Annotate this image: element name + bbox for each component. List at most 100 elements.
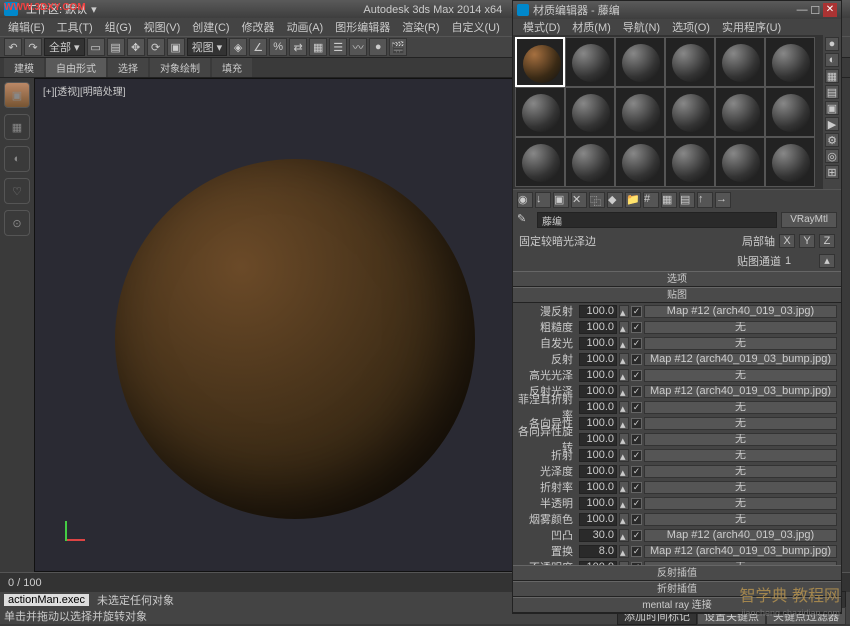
put-library-button[interactable]: 📁: [625, 192, 641, 208]
sample-slot[interactable]: [615, 137, 665, 187]
section-refr[interactable]: 折射插值: [513, 581, 841, 597]
section-refl[interactable]: 反射插值: [513, 565, 841, 581]
menu-graph[interactable]: 图形编辑器: [329, 19, 396, 35]
map-amount[interactable]: 100.0: [579, 497, 617, 510]
spinner-icon[interactable]: ▴: [619, 545, 629, 558]
mapchannel-spinner[interactable]: ▴: [819, 254, 835, 268]
move-button[interactable]: ✥: [127, 38, 145, 56]
spinner-icon[interactable]: ▴: [619, 337, 629, 350]
pick-button[interactable]: ✎: [517, 212, 533, 228]
object-sphere[interactable]: [115, 159, 475, 519]
sample-slot[interactable]: [565, 87, 615, 137]
menu-view[interactable]: 视图(V): [138, 19, 187, 35]
menu-modifiers[interactable]: 修改器: [236, 19, 281, 35]
spinner-icon[interactable]: ▴: [619, 513, 629, 526]
section-mray[interactable]: mental ray 连接: [513, 597, 841, 613]
unique-button[interactable]: ◆: [607, 192, 623, 208]
spinner-icon[interactable]: ▴: [619, 385, 629, 398]
script-listener[interactable]: actionMan.exec: [4, 594, 89, 606]
video-check-button[interactable]: ▣: [825, 101, 839, 115]
menu-group[interactable]: 组(G): [99, 19, 138, 35]
tab-populate[interactable]: 填充: [212, 58, 252, 77]
sel-filter-combo[interactable]: 全部 ▾: [44, 38, 85, 56]
map-enable-check[interactable]: [631, 514, 642, 525]
map-amount[interactable]: 100.0: [579, 385, 617, 398]
map-slot-button[interactable]: 无: [644, 433, 837, 446]
snap-button[interactable]: ◈: [229, 38, 247, 56]
spinner-icon[interactable]: ▴: [619, 401, 629, 414]
map-slot-button[interactable]: 无: [644, 513, 837, 526]
tool2-button[interactable]: ▦: [4, 114, 30, 140]
axis-x[interactable]: X: [779, 234, 795, 248]
map-amount[interactable]: 100.0: [579, 337, 617, 350]
me-menu-material[interactable]: 材质(M): [566, 19, 617, 35]
map-enable-check[interactable]: [631, 466, 642, 477]
map-amount[interactable]: 100.0: [579, 465, 617, 478]
map-enable-check[interactable]: [631, 482, 642, 493]
map-amount[interactable]: 100.0: [579, 433, 617, 446]
material-name-input[interactable]: [537, 212, 777, 228]
assign-button[interactable]: ▣: [553, 192, 569, 208]
polytool-button[interactable]: ▣: [4, 82, 30, 108]
map-enable-check[interactable]: [631, 338, 642, 349]
show-end-button[interactable]: ▤: [679, 192, 695, 208]
map-amount[interactable]: 100.0: [579, 321, 617, 334]
sample-slot[interactable]: [665, 37, 715, 87]
me-menu-util[interactable]: 实用程序(U): [716, 19, 787, 35]
copy-button[interactable]: ⿻: [589, 192, 605, 208]
map-amount[interactable]: 100.0: [579, 305, 617, 318]
section-maps[interactable]: 贴图: [513, 287, 841, 303]
menu-edit[interactable]: 编辑(E): [2, 19, 51, 35]
map-enable-check[interactable]: [631, 354, 642, 365]
uvtile-button[interactable]: ▤: [825, 85, 839, 99]
options-button[interactable]: ⚙: [825, 133, 839, 147]
map-enable-check[interactable]: [631, 450, 642, 461]
map-slot-button[interactable]: 无: [644, 337, 837, 350]
map-slot-button[interactable]: 无: [644, 321, 837, 334]
me-minimize[interactable]: —: [797, 4, 808, 16]
sample-slot[interactable]: [515, 37, 565, 87]
map-enable-check[interactable]: [631, 402, 642, 413]
sample-slot[interactable]: [515, 137, 565, 187]
axis-y[interactable]: Y: [799, 234, 815, 248]
get-material-button[interactable]: ◉: [517, 192, 533, 208]
spinner-icon[interactable]: ▴: [619, 481, 629, 494]
select-name-button[interactable]: ▤: [107, 38, 125, 56]
slot-layout-button[interactable]: ⊞: [825, 165, 839, 179]
material-type-button[interactable]: VRayMtl: [781, 212, 837, 228]
me-close[interactable]: ✕: [823, 3, 837, 17]
menu-tools[interactable]: 工具(T): [51, 19, 99, 35]
layer-button[interactable]: ☰: [329, 38, 347, 56]
map-slot-button[interactable]: 无: [644, 497, 837, 510]
me-maximize[interactable]: ☐: [810, 4, 820, 17]
section-options[interactable]: 选项: [513, 271, 841, 287]
preview-button[interactable]: ▶: [825, 117, 839, 131]
map-enable-check[interactable]: [631, 386, 642, 397]
undo-button[interactable]: ↶: [4, 38, 22, 56]
map-amount[interactable]: 100.0: [579, 369, 617, 382]
sample-slot[interactable]: [565, 137, 615, 187]
sample-type-button[interactable]: ●: [825, 37, 839, 51]
tab-freeform[interactable]: 自由形式: [46, 58, 106, 77]
redo-button[interactable]: ↷: [24, 38, 42, 56]
map-amount[interactable]: 100.0: [579, 401, 617, 414]
map-amount[interactable]: 100.0: [579, 449, 617, 462]
sample-slot[interactable]: [765, 87, 815, 137]
map-slot-button[interactable]: Map #12 (arch40_019_03_bump.jpg): [644, 545, 837, 558]
spinner-icon[interactable]: ▴: [619, 369, 629, 382]
select-by-mat-button[interactable]: ◎: [825, 149, 839, 163]
me-menu-nav[interactable]: 导航(N): [617, 19, 666, 35]
menu-customize[interactable]: 自定义(U): [446, 19, 506, 35]
map-slot-button[interactable]: Map #12 (arch40_019_03_bump.jpg): [644, 353, 837, 366]
menu-render[interactable]: 渲染(R): [396, 19, 445, 35]
sample-slot[interactable]: [615, 87, 665, 137]
sample-slot[interactable]: [665, 87, 715, 137]
map-enable-check[interactable]: [631, 546, 642, 557]
map-slot-button[interactable]: 无: [644, 481, 837, 494]
sample-slot[interactable]: [715, 37, 765, 87]
sample-slot[interactable]: [715, 87, 765, 137]
map-enable-check[interactable]: [631, 530, 642, 541]
tab-selection[interactable]: 选择: [108, 58, 148, 77]
sample-slot[interactable]: [665, 137, 715, 187]
axis-z[interactable]: Z: [819, 234, 835, 248]
